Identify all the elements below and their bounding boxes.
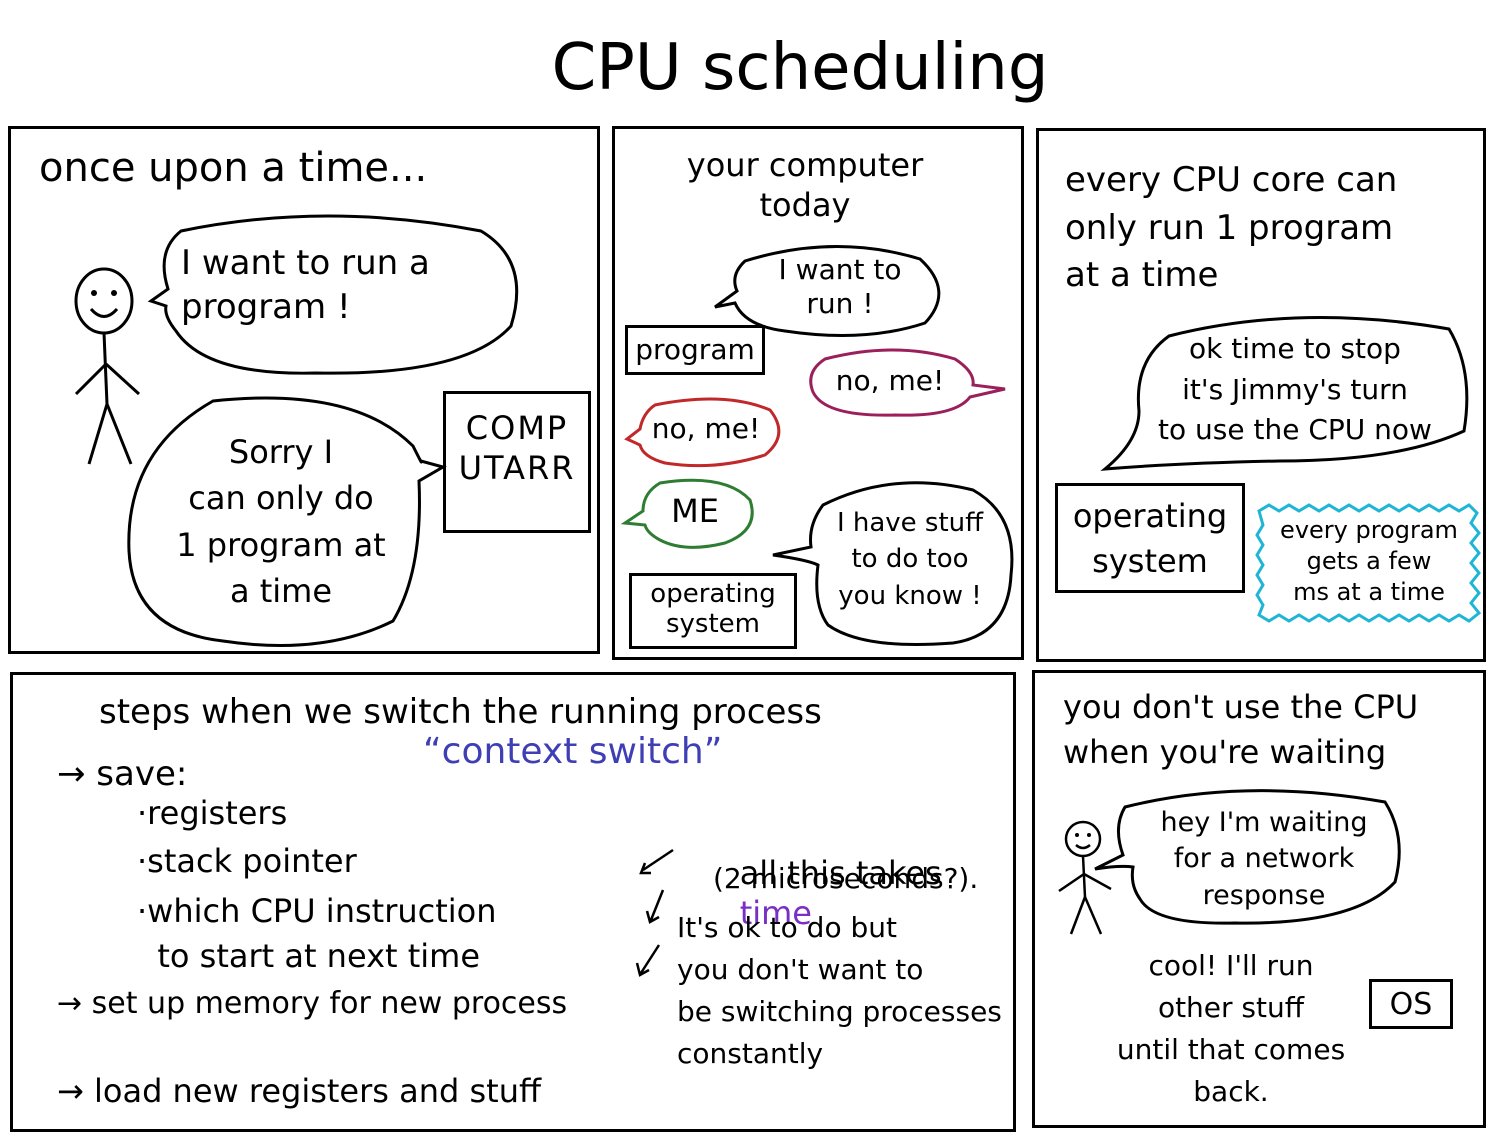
- microseconds-note: (2 microseconds?).: [713, 862, 979, 895]
- context-switch-label: “context switch”: [423, 731, 723, 772]
- panel3-heading: every CPU core can only run 1 program at…: [1065, 160, 1398, 296]
- its-ok-note: It's ok to do but you don't want to be s…: [677, 911, 1002, 1070]
- waiting-bubble-text: hey I'm waiting for a network response: [1160, 807, 1368, 911]
- computer-bubble-text: Sorry I can only do 1 program at a time: [176, 433, 386, 611]
- program-bubble-text: I want to run !: [778, 253, 902, 320]
- panel2-heading: your computer today: [686, 146, 924, 224]
- os-jimmy-text: ok time to stop it's Jimmy's turn to use…: [1158, 332, 1432, 447]
- cyan-note-text: every program gets a few ms at a time: [1280, 516, 1458, 607]
- page-title: CPU scheduling: [551, 31, 1049, 105]
- no-me-red-text: no, me!: [651, 412, 761, 445]
- panel5-heading: you don't use the CPU when you're waitin…: [1063, 688, 1419, 771]
- os-box-panel3: operating system: [1055, 483, 1245, 593]
- os-box-panel5: OS: [1369, 979, 1453, 1029]
- os-box: operating system: [629, 573, 797, 649]
- step-load-registers: → load new registers and stuff: [57, 1072, 542, 1110]
- save-item-registers: ·registers: [137, 794, 288, 832]
- step-setup-memory: → set up memory for new process: [57, 986, 568, 1021]
- arrow-marks: [635, 848, 674, 977]
- os-bubble-text: I have stuff to do too you know !: [836, 508, 984, 611]
- person-bubble-text: I want to run a program !: [181, 243, 430, 328]
- panel1-heading: once upon a time...: [39, 145, 428, 191]
- panel-once-upon-a-time: once upon a time... I want to run a prog…: [8, 126, 600, 654]
- panel4-heading: steps when we switch the running process: [99, 692, 822, 732]
- step-save: → save:: [57, 754, 188, 794]
- me-green-text: ME: [671, 492, 719, 530]
- computer-box: COMP UTARR: [443, 391, 591, 533]
- no-me-purple-text: no, me!: [835, 364, 945, 397]
- panel-waiting: you don't use the CPU when you're waitin…: [1032, 670, 1486, 1128]
- save-item-cpu-instruction: ·which CPU instruction to start at next …: [137, 892, 497, 975]
- panel-every-cpu-core: every CPU core can only run 1 program at…: [1036, 128, 1486, 662]
- os-reply-text: cool! I'll run other stuff until that co…: [1116, 949, 1346, 1108]
- panel-context-switch-steps: steps when we switch the running process…: [10, 672, 1016, 1132]
- save-item-stack-pointer: ·stack pointer: [137, 842, 357, 880]
- panel-your-computer-today: your computer today I want to run ! prog…: [612, 126, 1024, 660]
- program-box: program: [625, 325, 765, 375]
